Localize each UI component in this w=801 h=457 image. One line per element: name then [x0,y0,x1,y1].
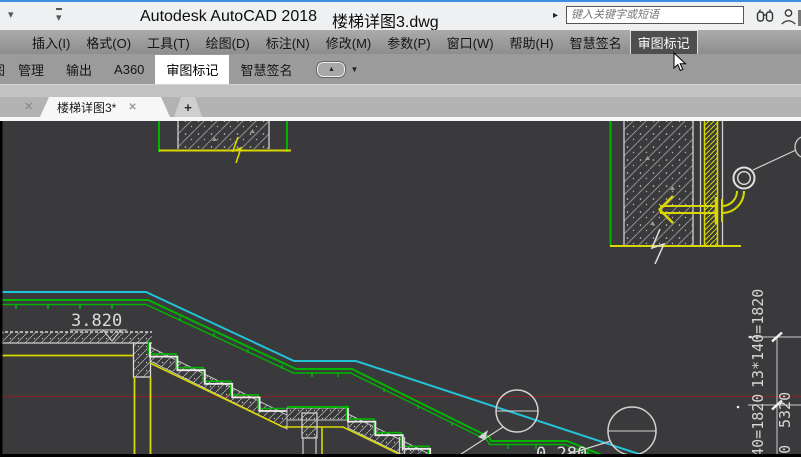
ribbon-tab-manage[interactable]: 管理 [7,54,55,85]
menu-dimension[interactable]: 标注(N) [258,30,318,55]
dim-text-flight-lower: 13*140=1820 [749,394,767,457]
drawing-canvas[interactable]: 3.820 0.280 [0,121,801,457]
menu-smart-sign[interactable]: 智慧签名 [562,30,630,55]
autocad-window: ▾ ▾ Autodesk AutoCAD 2018 楼梯详图3.dwg ▸ 插入… [0,0,801,457]
detail-callout-circle-clipped [795,136,801,158]
step-nosing-green [149,341,286,409]
file-tab-bar: ✕ 楼梯详图3* ✕ + [0,97,801,117]
file-tab-close-icon[interactable]: ✕ [128,102,136,113]
menu-modify[interactable]: 修改(M) [318,30,380,55]
upper-flight-steps [150,343,287,411]
landing-column [302,413,317,438]
title-bar: ▾ ▾ Autodesk AutoCAD 2018 楼梯详图3.dwg ▸ [0,0,801,30]
ribbon-collapse-control[interactable]: ▲ ▼ [317,62,358,77]
search-input[interactable] [566,6,744,24]
ribbon-tab-review-mark[interactable]: 审图标记 [155,55,229,84]
search-expand-icon[interactable]: ▸ [553,10,558,21]
leader-line [753,150,796,170]
elevation-label-upper: 3.820 [71,311,122,331]
mouse-cursor [673,52,687,72]
ribbon-tab-a360[interactable]: A360 [103,56,155,83]
menu-review-mark[interactable]: 审图标记 [630,30,698,55]
ribbon-collapse-button[interactable]: ▲ [317,62,345,77]
canvas-left-edge [0,121,3,457]
ribbon-tab-smart-sign[interactable]: 智慧签名 [229,54,303,85]
dim-text-flight-upper: 13*140=1820 [749,289,767,388]
menu-parametric[interactable]: 参数(P) [379,30,438,55]
toolbar-strip [0,84,801,97]
new-tab-button[interactable]: + [174,97,202,117]
wall-section-right [610,121,801,264]
drawing-canvas-area[interactable]: 3.820 0.280 [0,121,801,457]
vertical-dimensions: 13*140=1820 13*140=1820 5320 5320 [737,289,801,457]
wall-section-top [159,121,291,163]
menu-format[interactable]: 格式(O) [78,30,139,55]
menu-tools[interactable]: 工具(T) [139,30,198,55]
menu-draw[interactable]: 绘图(D) [198,30,258,55]
ribbon-tab-view-partial[interactable]: 图 [0,54,7,85]
app-title: Autodesk AutoCAD 2018 [140,8,317,26]
dim-text-total-upper: 5320 [776,392,794,428]
menu-insert[interactable]: 插入(I) [24,30,78,55]
quick-access-customize-icon[interactable]: ▾ [56,8,62,24]
search-binoculars-icon[interactable] [755,8,775,29]
stair-structure [0,332,470,457]
document-title: 楼梯详图3.dwg [332,8,439,32]
menu-window[interactable]: 窗口(W) [439,30,502,55]
ribbon-collapse-caret-icon[interactable]: ▼ [350,65,358,74]
detail-callout-1 [458,390,538,456]
ribbon-tab-output[interactable]: 输出 [55,54,103,85]
overflow-tab-close-icon[interactable]: ✕ [24,100,33,113]
quick-access-dropdown-icon[interactable]: ▾ [8,8,14,21]
handrail-section-circle [734,168,755,189]
file-tab-active[interactable]: 楼梯详图3* ✕ [40,97,170,117]
sign-in-person-icon[interactable] [780,8,797,30]
file-tab-label: 楼梯详图3* [57,99,116,116]
menu-bar: 插入(I) 格式(O) 工具(T) 绘图(D) 标注(N) 修改(M) 参数(P… [0,30,801,54]
menu-help[interactable]: 帮助(H) [502,30,562,55]
